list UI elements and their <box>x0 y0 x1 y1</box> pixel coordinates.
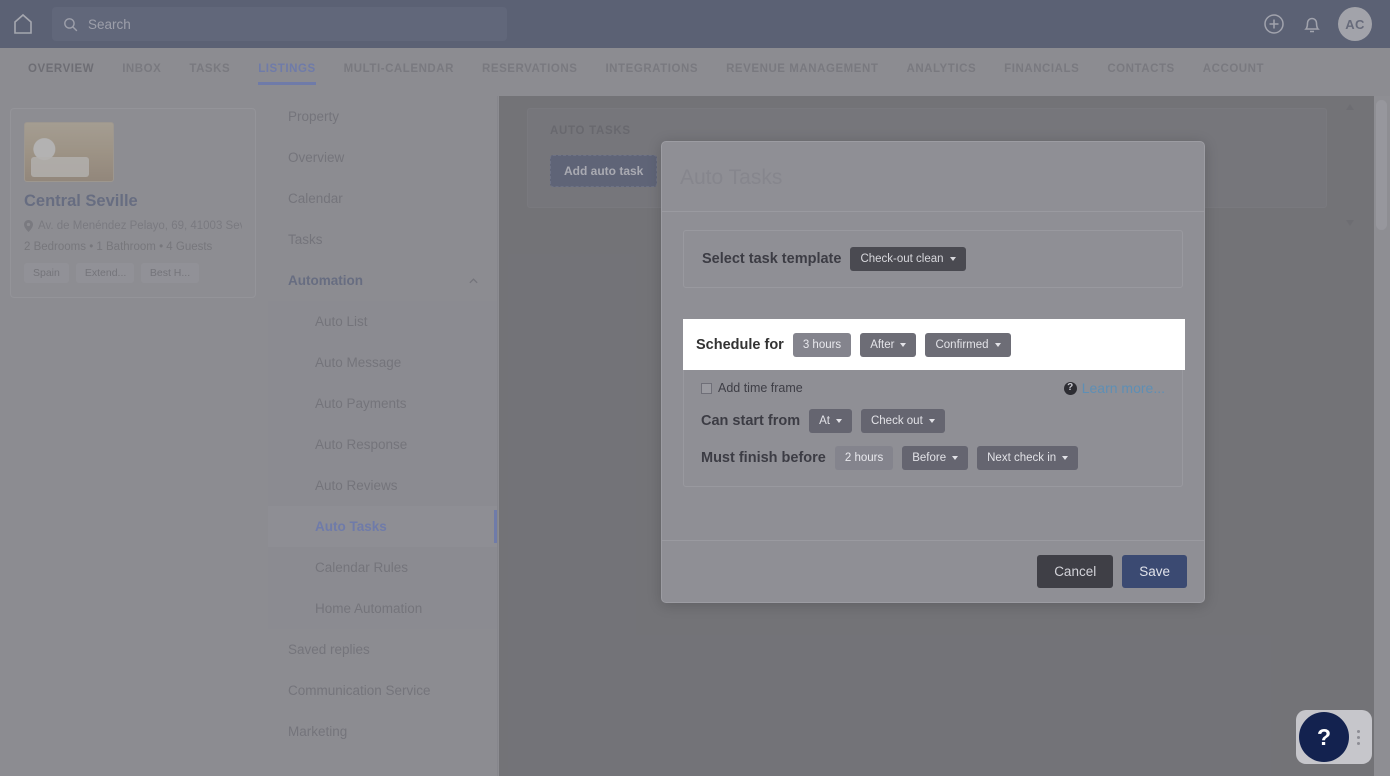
help-widget: ? <box>1296 710 1372 764</box>
save-button[interactable]: Save <box>1122 555 1187 588</box>
task-template-dropdown[interactable]: Check-out clean <box>850 247 965 271</box>
must-finish-before-label: Must finish before <box>701 450 826 466</box>
chevron-down-icon <box>995 343 1001 347</box>
chevron-down-icon <box>900 343 906 347</box>
finish-relation-value: Before <box>912 452 946 464</box>
start-relation-value: At <box>819 415 830 427</box>
time-frame-section: Add time frame ? Learn more... Can start… <box>683 365 1183 487</box>
chevron-down-icon <box>929 419 935 423</box>
modal-footer: Cancel Save <box>662 540 1204 602</box>
modal-title: Auto Tasks <box>680 166 1180 190</box>
chevron-down-icon <box>952 456 958 460</box>
start-event-dropdown[interactable]: Check out <box>861 409 945 433</box>
task-template-section: Select task template Check-out clean <box>683 230 1183 288</box>
checkbox-box-icon <box>701 383 712 394</box>
schedule-event-dropdown[interactable]: Confirmed <box>925 333 1010 357</box>
add-time-frame-checkbox[interactable]: Add time frame <box>701 381 803 395</box>
finish-event-dropdown[interactable]: Next check in <box>977 446 1078 470</box>
add-time-frame-label: Add time frame <box>718 381 803 395</box>
schedule-for-label: Schedule for <box>696 337 784 353</box>
task-template-value: Check-out clean <box>860 253 943 265</box>
schedule-relation-dropdown[interactable]: After <box>860 333 916 357</box>
start-event-value: Check out <box>871 415 923 427</box>
finish-event-value: Next check in <box>987 452 1056 464</box>
cancel-button[interactable]: Cancel <box>1037 555 1113 588</box>
must-finish-before-row: Must finish before 2 hours Before Next c… <box>701 446 1165 470</box>
schedule-for-row: Schedule for 3 hours After Confirmed <box>683 319 1185 370</box>
learn-more-link[interactable]: ? Learn more... <box>1064 380 1165 396</box>
can-start-from-label: Can start from <box>701 413 800 429</box>
modal-header: Auto Tasks <box>662 142 1204 212</box>
schedule-amount-input[interactable]: 3 hours <box>793 333 851 357</box>
drag-handle-icon[interactable] <box>1357 730 1360 745</box>
finish-relation-dropdown[interactable]: Before <box>902 446 968 470</box>
chevron-down-icon <box>950 257 956 261</box>
chevron-down-icon <box>836 419 842 423</box>
task-template-label: Select task template <box>702 251 841 267</box>
help-button[interactable]: ? <box>1299 712 1349 762</box>
auto-tasks-modal: Auto Tasks Select task template Check-ou… <box>661 141 1205 603</box>
learn-more-label: Learn more... <box>1082 380 1165 396</box>
chevron-down-icon <box>1062 456 1068 460</box>
can-start-from-row: Can start from At Check out <box>701 409 1165 433</box>
finish-amount-input[interactable]: 2 hours <box>835 446 893 470</box>
start-relation-dropdown[interactable]: At <box>809 409 852 433</box>
schedule-event-value: Confirmed <box>935 339 988 351</box>
schedule-relation-value: After <box>870 339 894 351</box>
question-mark-icon: ? <box>1064 382 1077 395</box>
